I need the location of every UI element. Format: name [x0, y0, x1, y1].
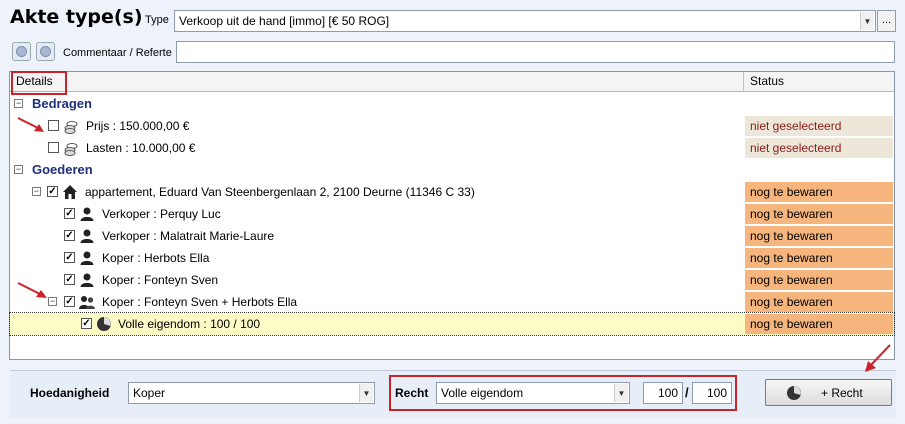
- status-badge: niet geselecteerd: [745, 138, 893, 158]
- ownership-pie-icon: [787, 386, 801, 400]
- row-text: Lasten : 10.000,00 €: [86, 141, 196, 155]
- collapse-toggle[interactable]: −: [48, 297, 57, 306]
- chevron-down-icon[interactable]: ▼: [860, 12, 874, 30]
- status-badge: nog te bewaren: [745, 248, 893, 268]
- status-badge: nog te bewaren: [745, 204, 893, 224]
- coins-icon: [64, 121, 78, 134]
- type-select-value: Verkoop uit de hand [immo] [€ 50 ROG]: [179, 14, 390, 28]
- people-group-icon: [79, 296, 95, 309]
- status-badge: nog te bewaren: [745, 270, 893, 290]
- nav-forward-button[interactable]: [36, 42, 55, 61]
- status-badge: nog te bewaren: [745, 226, 893, 246]
- person-icon: [80, 251, 94, 265]
- tree-row-verkoper1[interactable]: ✓ Verkoper : Perquy Luc nog te bewaren: [10, 203, 894, 225]
- row-text: appartement, Eduard Van Steenbergenlaan …: [85, 185, 475, 199]
- checkbox[interactable]: ✓: [81, 318, 92, 329]
- tree-row-verkoper2[interactable]: ✓ Verkoper : Malatrait Marie-Laure nog t…: [10, 225, 894, 247]
- category-row-goederen[interactable]: − Goederen: [10, 159, 894, 181]
- checkbox[interactable]: [48, 120, 59, 131]
- tree-row-volle-eigendom[interactable]: ✓ Volle eigendom : 100 / 100 nog te bewa…: [9, 312, 895, 336]
- recht-label: Recht: [395, 386, 429, 400]
- add-recht-label: + Recht: [821, 386, 863, 400]
- chevron-down-icon[interactable]: ▼: [614, 384, 628, 402]
- status-badge: nog te bewaren: [745, 314, 893, 334]
- type-select[interactable]: Verkoop uit de hand [immo] [€ 50 ROG] ▼: [174, 10, 876, 32]
- grid-header: Details Status: [10, 72, 894, 92]
- chevron-down-icon[interactable]: ▼: [359, 384, 373, 402]
- row-text: Prijs : 150.000,00 €: [86, 119, 190, 133]
- collapse-toggle[interactable]: −: [14, 165, 23, 174]
- hoedanigheid-select[interactable]: Koper ▼: [128, 382, 375, 404]
- details-highlight-box: [11, 71, 67, 95]
- person-icon: [80, 229, 94, 243]
- red-arrow-icon: [865, 344, 891, 372]
- collapse-toggle[interactable]: −: [32, 187, 41, 196]
- category-row-bedragen[interactable]: − Bedragen: [10, 93, 894, 115]
- circle-arrow-right-icon: [40, 46, 51, 57]
- status-badge: nog te bewaren: [745, 292, 893, 312]
- row-text: Koper : Fonteyn Sven + Herbots Ella: [102, 295, 298, 309]
- checkbox[interactable]: ✓: [64, 274, 75, 285]
- tree-row-koper3[interactable]: − ✓ Koper : Fonteyn Sven + Herbots Ella …: [10, 282, 894, 313]
- tree-row-prijs[interactable]: Prijs : 150.000,00 € niet geselecteerd: [10, 115, 894, 137]
- add-recht-button[interactable]: + Recht: [765, 379, 892, 406]
- house-icon: [63, 185, 77, 199]
- status-badge: nog te bewaren: [745, 182, 893, 202]
- ownership-pie-icon: [97, 317, 111, 331]
- column-header-status[interactable]: Status: [744, 72, 894, 91]
- category-label: Bedragen: [32, 96, 92, 111]
- hoedanigheid-label: Hoedanigheid: [30, 386, 110, 400]
- tree-row-lasten[interactable]: Lasten : 10.000,00 € niet geselecteerd: [10, 137, 894, 159]
- checkbox[interactable]: [48, 142, 59, 153]
- category-label: Goederen: [32, 162, 93, 177]
- nav-back-button[interactable]: [12, 42, 31, 61]
- circle-arrow-left-icon: [16, 46, 27, 57]
- status-badge: niet geselecteerd: [745, 116, 893, 136]
- details-grid: Details Status − Bedragen Prijs : 150.00…: [9, 71, 895, 360]
- checkbox[interactable]: ✓: [64, 208, 75, 219]
- row-text: Koper : Herbots Ella: [102, 251, 210, 265]
- collapse-toggle[interactable]: −: [14, 99, 23, 108]
- row-text: Verkoper : Malatrait Marie-Laure: [102, 229, 275, 243]
- comment-input[interactable]: [176, 41, 895, 63]
- coins-icon: [64, 143, 78, 156]
- share-numerator-input[interactable]: 100: [643, 382, 683, 404]
- row-text: Volle eigendom : 100 / 100: [118, 317, 261, 331]
- recht-select[interactable]: Volle eigendom ▼: [436, 382, 630, 404]
- checkbox[interactable]: ✓: [64, 296, 75, 307]
- person-icon: [80, 273, 94, 287]
- share-separator: /: [685, 385, 689, 400]
- share-denominator-input[interactable]: 100: [692, 382, 732, 404]
- tree-row-koper2[interactable]: ✓ Koper : Fonteyn Sven nog te bewaren: [10, 269, 894, 291]
- recht-value: Volle eigendom: [441, 386, 524, 400]
- person-icon: [80, 207, 94, 221]
- checkbox[interactable]: ✓: [47, 186, 58, 197]
- checkbox[interactable]: ✓: [64, 230, 75, 241]
- tree-row-appartement[interactable]: − ✓ appartement, Eduard Van Steenbergenl…: [10, 181, 894, 203]
- red-arrow-icon: [17, 282, 47, 298]
- type-more-button[interactable]: ...: [877, 10, 896, 32]
- column-header-details[interactable]: Details: [10, 72, 744, 91]
- row-text: Koper : Fonteyn Sven: [102, 273, 219, 287]
- red-arrow-icon: [17, 117, 44, 132]
- page-title: Akte type(s): [10, 6, 143, 28]
- checkbox[interactable]: ✓: [64, 252, 75, 263]
- row-text: Verkoper : Perquy Luc: [102, 207, 221, 221]
- comment-label: Commentaar / Referte: [63, 47, 172, 59]
- type-label: Type: [145, 14, 169, 26]
- tree-row-koper1[interactable]: ✓ Koper : Herbots Ella nog te bewaren: [10, 247, 894, 269]
- hoedanigheid-value: Koper: [133, 386, 166, 400]
